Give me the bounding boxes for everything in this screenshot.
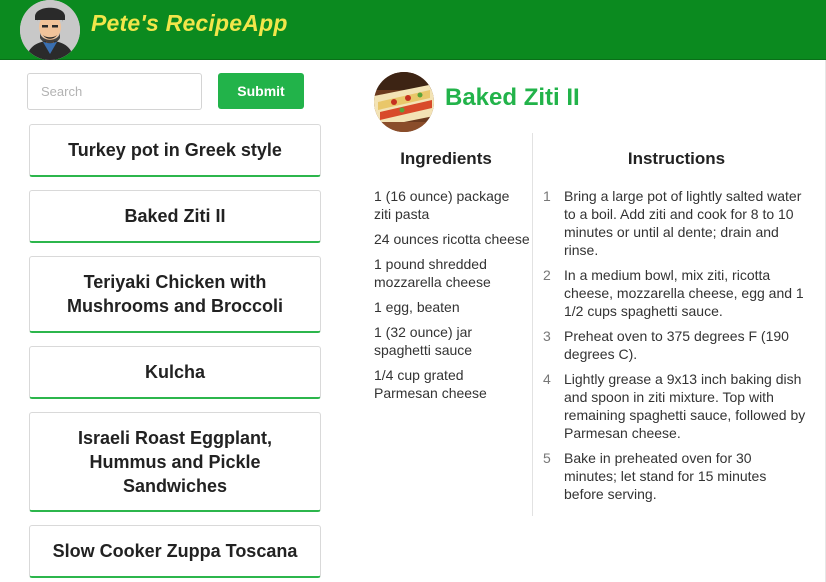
recipe-app: Pete's RecipeApp Submit Turkey pot in Gr… xyxy=(0,0,826,582)
app-header: Pete's RecipeApp xyxy=(0,0,826,60)
recipe-card-kulcha[interactable]: Kulcha xyxy=(29,346,321,399)
recipe-card-israeli-eggplant[interactable]: Israeli Roast Eggplant, Hummus and Pickl… xyxy=(29,412,321,512)
ingredient-item: 24 ounces ricotta cheese xyxy=(374,231,530,247)
step-text: Lightly grease a 9x13 inch baking dish a… xyxy=(564,371,806,441)
baked-ziti-image-icon xyxy=(374,72,434,132)
submit-button[interactable]: Submit xyxy=(218,73,304,109)
instruction-step: 5 Bake in preheated oven for 30 minutes;… xyxy=(543,449,808,503)
ingredient-item: 1 egg, beaten xyxy=(374,299,460,315)
instruction-step: 3 Preheat oven to 375 degrees F (190 deg… xyxy=(543,327,808,363)
avatar xyxy=(20,0,80,60)
recipe-card-zuppa-toscana[interactable]: Slow Cooker Zuppa Toscana xyxy=(29,525,321,578)
instructions-list: 1 Bring a large pot of lightly salted wa… xyxy=(543,187,808,510)
recipe-detail: Baked Ziti II Ingredients 1 (16 ounce) p… xyxy=(340,60,826,582)
recipe-card-baked-ziti[interactable]: Baked Ziti II xyxy=(29,190,321,243)
app-title: Pete's RecipeApp xyxy=(91,10,288,36)
step-number: 4 xyxy=(543,371,551,387)
user-avatar-icon xyxy=(20,0,80,60)
instruction-step: 4 Lightly grease a 9x13 inch baking dish… xyxy=(543,370,808,442)
step-text: Preheat oven to 375 degrees F (190 degre… xyxy=(564,328,789,362)
ingredient-item: 1 (32 ounce) jar spaghetti sauce xyxy=(374,324,473,358)
recipe-list: Turkey pot in Greek style Baked Ziti II … xyxy=(29,124,321,582)
recipe-card-turkey-pot[interactable]: Turkey pot in Greek style xyxy=(29,124,321,177)
recipe-image xyxy=(374,72,434,132)
column-divider xyxy=(532,133,533,516)
ingredients-heading: Ingredients xyxy=(400,149,492,168)
step-text: Bake in preheated oven for 30 minutes; l… xyxy=(564,450,767,502)
step-number: 3 xyxy=(543,328,551,344)
step-text: Bring a large pot of lightly salted wate… xyxy=(564,188,802,258)
recipe-sidebar: Submit Turkey pot in Greek style Baked Z… xyxy=(0,60,340,582)
instruction-step: 1 Bring a large pot of lightly salted wa… xyxy=(543,187,808,259)
instructions-heading: Instructions xyxy=(627,149,726,168)
step-text: In a medium bowl, mix ziti, ricotta chee… xyxy=(564,267,804,319)
step-number: 5 xyxy=(543,450,551,466)
recipe-card-teriyaki-chicken[interactable]: Teriyaki Chicken with Mushrooms and Broc… xyxy=(29,256,321,333)
ingredient-item: 1/4 cup grated Parmesan cheese xyxy=(374,367,487,401)
ingredient-item: 1 (16 ounce) package ziti pasta xyxy=(374,188,510,222)
step-number: 1 xyxy=(543,188,551,204)
ingredients-list: 1 (16 ounce) package ziti pasta 24 ounce… xyxy=(374,187,530,409)
recipe-title: Baked Ziti II xyxy=(445,84,580,111)
search-input[interactable] xyxy=(27,73,202,110)
ingredient-item: 1 pound shredded mozzarella cheese xyxy=(374,256,491,290)
instruction-step: 2 In a medium bowl, mix ziti, ricotta ch… xyxy=(543,266,808,320)
step-number: 2 xyxy=(543,267,551,283)
